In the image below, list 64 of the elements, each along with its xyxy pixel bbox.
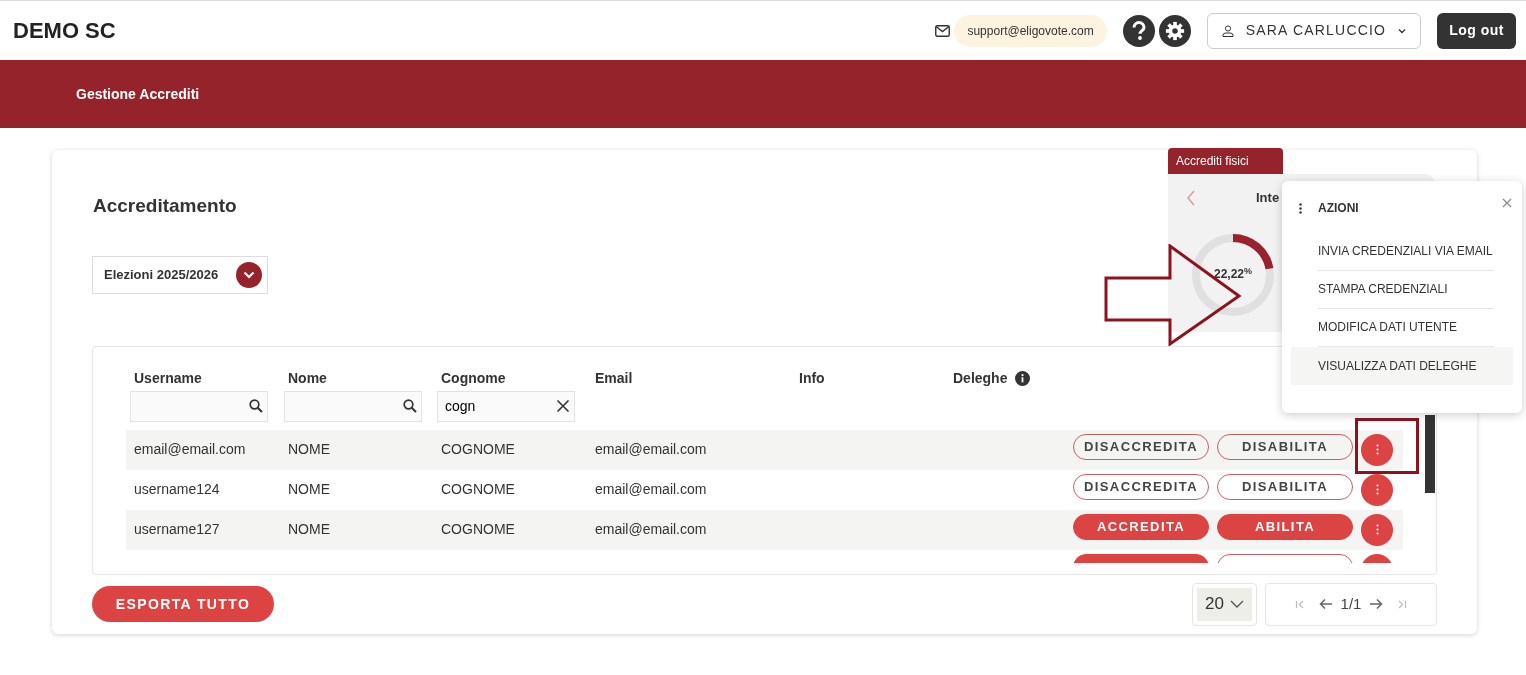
chevron-down-icon [1230,600,1244,608]
nav-tab[interactable]: Gestione Accrediti [76,83,200,105]
info-icon[interactable] [1015,370,1031,386]
table-cell: email@email.com [134,441,246,457]
column-header: Info [799,368,825,388]
search-icon[interactable] [403,398,417,413]
stats-title: Inte [1256,189,1280,207]
table-cell: email@email.com [595,441,707,457]
election-select[interactable]: Elezioni 2025/2026 [92,255,268,294]
column-header: Deleghe [953,368,1008,388]
menu-title: AZIONI [1318,200,1359,217]
scrollbar[interactable] [1425,414,1435,493]
row-action-button[interactable]: DISABILITA [1217,473,1353,500]
highlight-annotation [1355,418,1419,474]
row-action-button[interactable]: DISABILITA [1217,433,1353,460]
table-cell: NOME [288,441,330,457]
filter-field[interactable] [284,390,422,422]
logout-button[interactable]: Log out [1437,12,1516,49]
row-action-button[interactable]: ACCREDITA [1073,513,1209,540]
export-button[interactable]: ESPORTA TUTTO [92,586,274,622]
user-menu-button[interactable]: SARA CARLUCCIO [1206,12,1422,49]
clear-icon[interactable] [556,398,570,413]
gauge-value: 22,22$^{%}$ [1212,265,1253,283]
row-action-button[interactable]: ABILITA [1217,513,1353,540]
stats-tab[interactable]: Accrediti fisici [1168,148,1283,174]
row-action-button[interactable]: DISACCREDITA [1073,473,1209,500]
settings-icon[interactable] [1158,14,1191,47]
page-size-select[interactable]: 20 [1192,582,1257,626]
kebab-icon [1375,524,1379,535]
table-cell: NOME [288,481,330,497]
column-header: Nome [288,368,327,388]
table-cell: COGNOME [441,441,515,457]
prev-page-icon[interactable] [1318,598,1333,610]
user-icon [1221,24,1234,37]
table-cell: NOME [288,521,330,537]
more-actions-button[interactable] [1361,473,1393,506]
row-action-button[interactable]: DISACCREDITA [1073,433,1209,460]
menu-item[interactable]: VISUALIZZA DATI DELEGHE [1291,347,1513,385]
column-header: Username [134,368,202,388]
mail-icon [935,24,951,37]
next-page-icon[interactable] [1369,598,1384,610]
column-header: Cognome [441,368,506,388]
table-cell: COGNOME [441,481,515,497]
caret-icon [1398,27,1407,34]
filter-field[interactable]: cogn [437,390,575,422]
page-indicator: 1/1 [1340,593,1362,614]
page-title: Accreditamento [93,194,237,218]
table-cell: COGNOME [441,521,515,537]
column-header: Email [595,368,633,388]
kebab-icon [1299,202,1302,214]
support-email[interactable]: support@eligovote.com [954,14,1107,47]
kebab-icon [1375,444,1379,455]
search-icon[interactable] [249,398,263,413]
table-cell: email@email.com [595,521,707,537]
table-cell: email@email.com [595,481,707,497]
kebab-icon [1375,484,1379,495]
filter-field[interactable] [130,390,268,422]
help-icon[interactable] [1122,14,1155,47]
more-actions-button[interactable] [1361,433,1393,466]
more-actions-button[interactable] [1361,513,1393,546]
table-cell: username124 [134,481,220,497]
chevron-down-icon [236,261,262,288]
table-cell: username127 [134,521,220,537]
brand-title: DEMO SC [13,17,116,45]
